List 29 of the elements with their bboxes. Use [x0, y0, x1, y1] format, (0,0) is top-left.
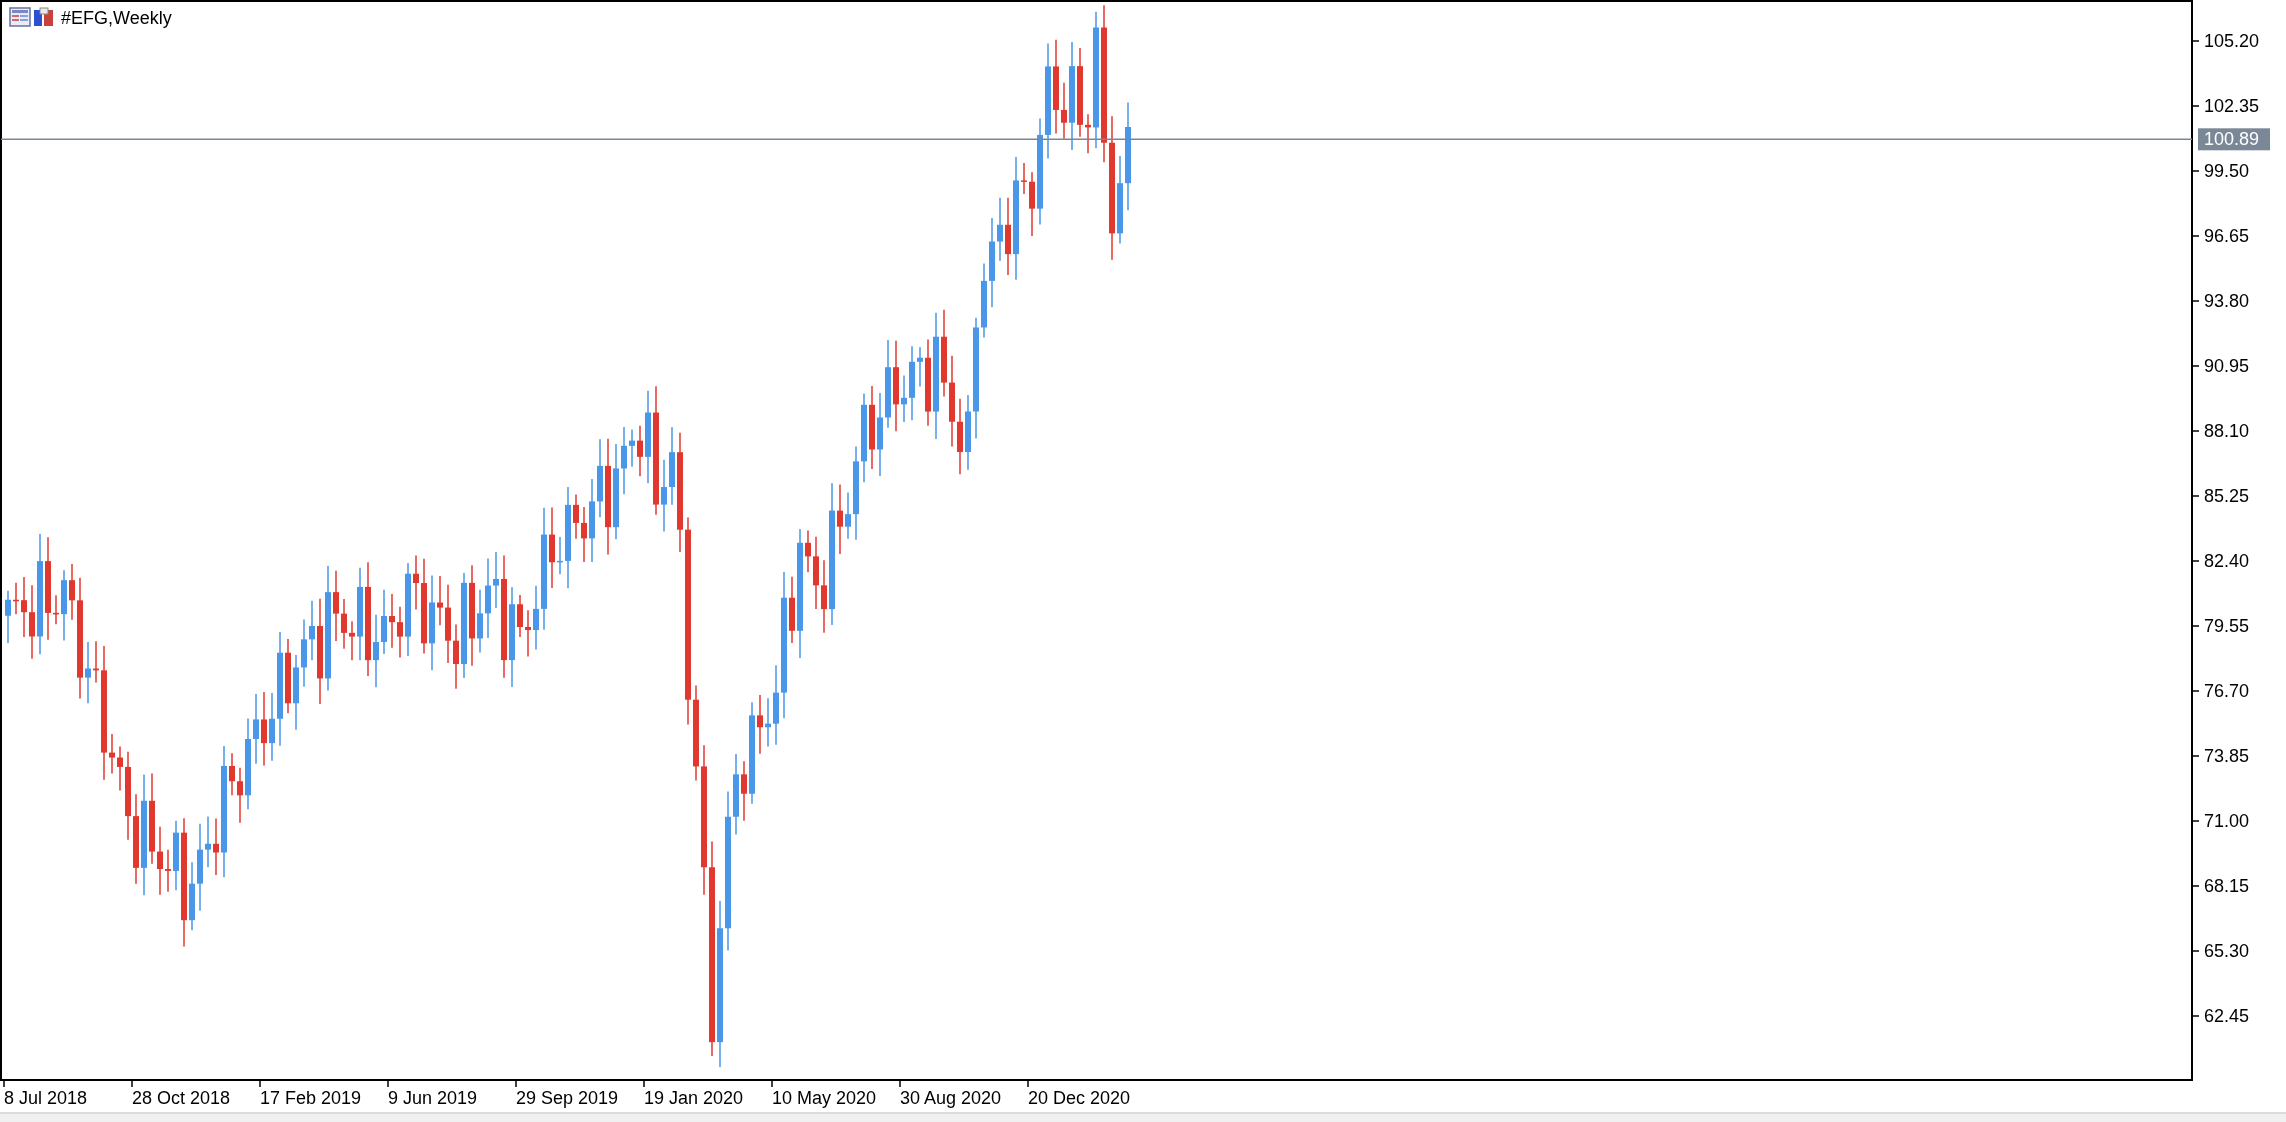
- price-label: 79.55: [2204, 616, 2250, 636]
- date-label: 8 Jul 2018: [4, 1088, 88, 1108]
- current-price-tag: 100.89: [2198, 128, 2270, 151]
- price-label: 102.35: [2204, 96, 2260, 116]
- price-label: 105.20: [2204, 31, 2260, 51]
- date-label: 19 Jan 2020: [644, 1088, 744, 1108]
- price-label: 62.45: [2204, 1006, 2250, 1026]
- price-label: 76.70: [2204, 681, 2250, 701]
- chart-window-icon: [9, 7, 31, 27]
- price-label: 88.10: [2204, 421, 2250, 441]
- chart-title: #EFG,Weekly: [61, 8, 172, 28]
- price-label: 90.95: [2204, 356, 2250, 376]
- price-label: 96.65: [2204, 226, 2250, 246]
- price-label: 82.40: [2204, 551, 2250, 571]
- date-label: 20 Dec 2020: [1028, 1088, 1131, 1108]
- price-label: 99.50: [2204, 161, 2250, 181]
- date-label: 9 Jun 2019: [388, 1088, 478, 1108]
- price-label: 68.15: [2204, 876, 2250, 896]
- price-label: 71.00: [2204, 811, 2250, 831]
- date-label: 10 May 2020: [772, 1088, 877, 1108]
- price-label: 65.30: [2204, 941, 2250, 961]
- price-label: 93.80: [2204, 291, 2250, 311]
- date-label: 29 Sep 2019: [516, 1088, 619, 1108]
- date-label: 17 Feb 2019: [260, 1088, 362, 1108]
- price-label: 73.85: [2204, 746, 2250, 766]
- date-label: 30 Aug 2020: [900, 1088, 1002, 1108]
- price-label: 85.25: [2204, 486, 2250, 506]
- date-label: 28 Oct 2018: [132, 1088, 231, 1108]
- bars-icon: [34, 7, 53, 26]
